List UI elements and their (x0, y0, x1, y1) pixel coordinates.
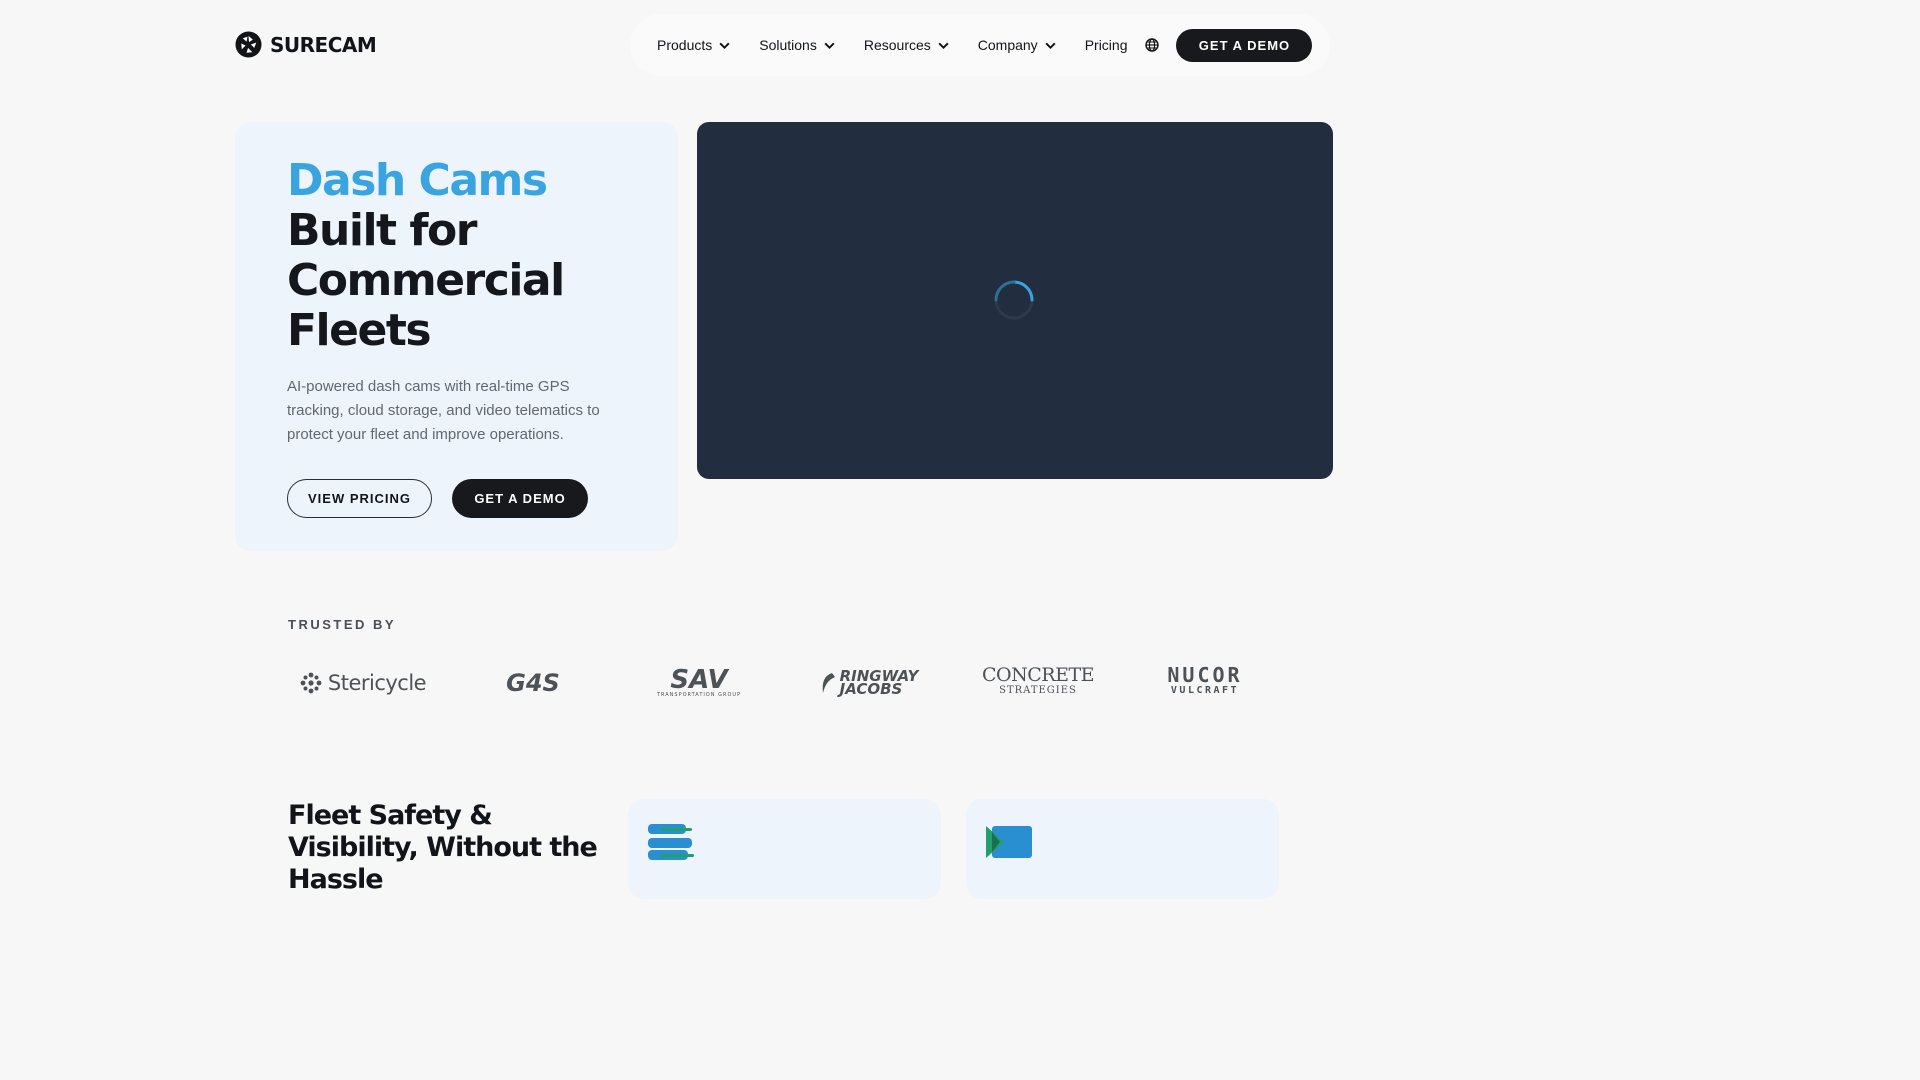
chevron-down-icon (824, 42, 835, 49)
features-title: Fleet Safety & Visibility, Without the H… (288, 800, 598, 895)
chevron-down-icon (938, 42, 949, 49)
nucor-wordmark: NUCOR (1167, 663, 1243, 687)
logo-g4s: G4S (503, 660, 563, 706)
trusted-by-label: TRUSTED BY (288, 617, 397, 632)
nav-pricing[interactable]: Pricing (1085, 37, 1128, 53)
logo-concrete-strategies: CONCRETE STRATEGIES (982, 660, 1095, 706)
logo-sav: SAV TRANSPORTATION GROUP (654, 660, 744, 706)
nav-products-label: Products (657, 37, 713, 53)
nav-company-label: Company (977, 37, 1038, 53)
main-nav: Products Solutions Resources Company Pri… (630, 14, 1330, 76)
hero-title-accent: Dash Cams (287, 155, 548, 206)
nav-resources[interactable]: Resources (864, 37, 950, 53)
logo-nucor-vulcraft: NUCOR VULCRAFT (1144, 660, 1266, 706)
nav-solutions[interactable]: Solutions (759, 37, 836, 53)
hero-get-demo-button[interactable]: GET A DEMO (452, 479, 588, 518)
hero-card: Dash Cams Built for Commercial Fleets AI… (235, 122, 678, 551)
nav-company[interactable]: Company (978, 37, 1057, 53)
chevron-down-icon (1045, 42, 1056, 49)
logo-stericycle: Stericycle (298, 660, 428, 706)
sav-subtitle: TRANSPORTATION GROUP (656, 692, 742, 698)
hero-video-player[interactable] (697, 122, 1333, 479)
strategies-wordmark: STRATEGIES (999, 685, 1077, 696)
nav-resources-label: Resources (863, 37, 931, 53)
header-get-demo-button[interactable]: GET A DEMO (1176, 28, 1313, 62)
ringway-swoosh-icon (822, 673, 835, 693)
hero-title-line: Commercial (287, 255, 565, 306)
g4s-wordmark: G4S (506, 669, 560, 697)
sav-wordmark: SAV (670, 665, 728, 695)
view-pricing-button[interactable]: VIEW PRICING (287, 479, 432, 518)
brand-logo[interactable]: SURECAM (235, 31, 377, 58)
nav-solutions-label: Solutions (759, 37, 817, 53)
jacobs-wordmark: JACOBS (839, 680, 903, 698)
logo-wordmark: SURECAM (270, 32, 377, 57)
hero-title-line: Fleets (287, 305, 432, 356)
stericycle-wordmark: Stericycle (327, 671, 427, 695)
nav-products[interactable]: Products (657, 37, 731, 53)
chevron-down-icon (719, 42, 730, 49)
stericycle-mark-icon (300, 672, 322, 694)
concrete-wordmark: CONCRETE (982, 664, 1095, 686)
globe-icon[interactable] (1145, 38, 1160, 52)
stacked-bars-icon (648, 824, 694, 860)
feature-card[interactable] (628, 799, 941, 899)
video-play-icon (986, 826, 1032, 858)
logo-ringway-jacobs: RINGWAY JACOBS (816, 660, 922, 706)
loading-spinner-icon (994, 280, 1034, 320)
nav-pricing-label: Pricing (1084, 37, 1128, 53)
hero-description: AI-powered dash cams with real-time GPS … (287, 378, 600, 443)
camera-shutter-icon (235, 31, 262, 58)
hero-title-line: Built for (287, 205, 477, 256)
feature-card[interactable] (966, 799, 1279, 899)
hero-title: Dash Cams Built for Commercial Fleets (287, 155, 565, 356)
vulcraft-wordmark: VULCRAFT (1170, 685, 1240, 696)
customer-logos: Stericycle G4S SAV TRANSPORTATION GROUP … (288, 660, 1278, 706)
